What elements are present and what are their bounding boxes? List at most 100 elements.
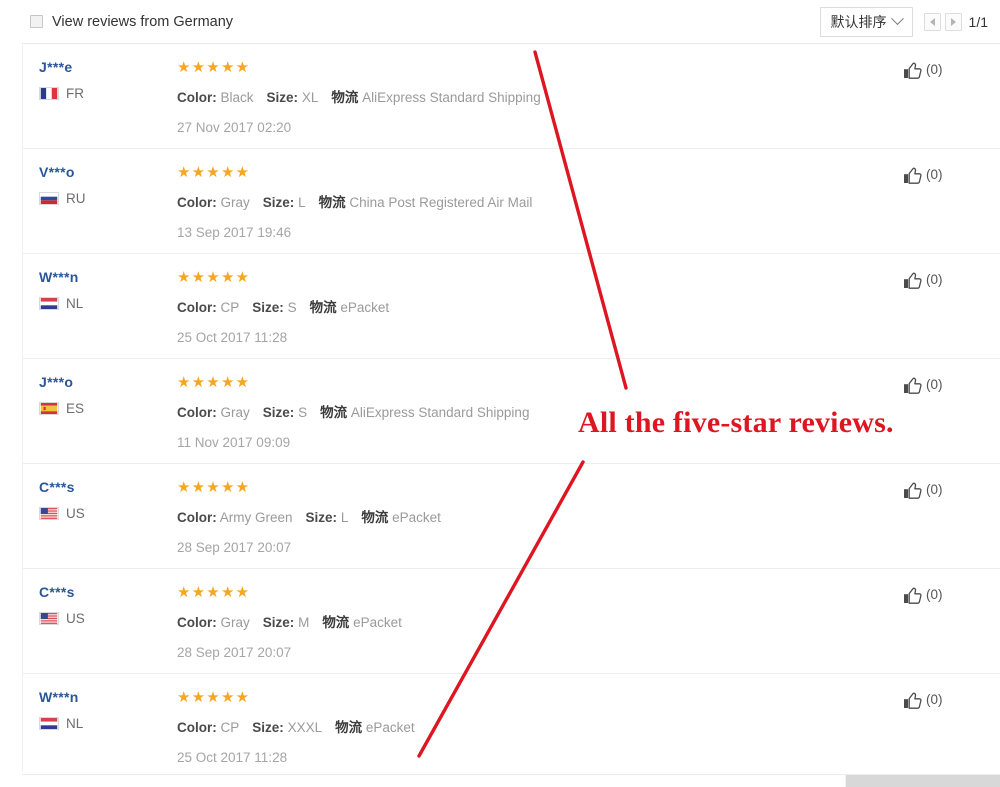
reviewer-name[interactable]: V***o <box>39 163 177 181</box>
review-user-column: C***s US <box>39 583 177 673</box>
toolbar-right: 默认排序 1/1 <box>819 6 1000 37</box>
reviewer-name[interactable]: W***n <box>39 268 177 286</box>
star-rating: ★★★★★ <box>177 269 251 286</box>
triangle-left-icon <box>929 17 935 26</box>
reviewer-country: FR <box>39 86 177 101</box>
country-filter-label: View reviews from Germany <box>52 13 234 30</box>
review-like-column[interactable]: (0) <box>902 688 988 778</box>
logistics-value: ePacket <box>340 300 390 315</box>
like-count: (0) <box>926 587 943 602</box>
logistics-label: 物流 <box>320 405 348 421</box>
thumbs-up-icon <box>904 62 922 79</box>
size-label: Size: <box>305 510 338 525</box>
size-label: Size: <box>262 615 295 630</box>
thumbs-up-icon <box>904 692 922 709</box>
star-rating: ★★★★★ <box>177 59 251 76</box>
review-date: 25 Oct 2017 11:28 <box>177 750 288 765</box>
reviewer-name[interactable]: C***s <box>39 478 177 496</box>
sort-dropdown-label: 默认排序 <box>830 13 887 30</box>
color-label: Color: <box>177 510 217 525</box>
size-value: S <box>287 300 297 315</box>
reviewer-name[interactable]: W***n <box>39 688 177 706</box>
russia-flag-icon <box>39 192 59 205</box>
size-value: L <box>340 510 349 525</box>
scrollbar-thumb[interactable] <box>845 775 1000 787</box>
review-date: 28 Sep 2017 20:07 <box>177 540 292 555</box>
review-body-column: ★★★★★ Color: CP Size: S 物流 ePacket 25 Oct 20… <box>177 268 902 358</box>
review-date: 25 Oct 2017 11:28 <box>177 330 288 345</box>
like-count: (0) <box>926 167 943 182</box>
logistics-label: 物流 <box>335 720 363 736</box>
prev-page-button[interactable] <box>923 12 941 31</box>
chevron-down-icon <box>890 12 904 26</box>
color-label: Color: <box>177 615 217 630</box>
thumbs-up-icon <box>904 377 922 394</box>
review-like-column[interactable]: (0) <box>902 58 988 148</box>
size-label: Size: <box>252 720 284 735</box>
reviewer-country: NL <box>39 716 177 731</box>
review-user-column: V***o RU <box>39 163 177 253</box>
review-date: 28 Sep 2017 20:07 <box>177 645 292 660</box>
spain-flag-icon <box>39 402 59 415</box>
review-date: 27 Nov 2017 02:20 <box>177 120 292 135</box>
country-code: US <box>66 506 85 521</box>
netherlands-flag-icon <box>39 717 59 730</box>
size-value: L <box>298 195 306 210</box>
view-reviews-from-germany-checkbox[interactable] <box>30 15 43 28</box>
reviewer-name[interactable]: J***e <box>39 58 177 76</box>
logistics-label: 物流 <box>318 195 346 211</box>
thumbs-up-icon <box>904 272 922 289</box>
country-code: RU <box>66 191 86 206</box>
color-value: CP <box>220 720 240 735</box>
like-count: (0) <box>926 692 943 707</box>
color-value: CP <box>220 300 240 315</box>
color-label: Color: <box>177 720 217 735</box>
color-label: Color: <box>177 195 217 210</box>
reviews-toolbar: View reviews from Germany 默认排序 1/1 <box>22 0 1000 44</box>
review-date: 13 Sep 2017 19:46 <box>177 225 292 240</box>
review-user-column: C***s US <box>39 478 177 568</box>
review-like-column[interactable]: (0) <box>902 163 988 253</box>
country-filter[interactable]: View reviews from Germany <box>22 14 233 30</box>
review-user-column: W***n NL <box>39 268 177 358</box>
logistics-value: AliExpress Standard Shipping <box>362 90 541 105</box>
star-rating: ★★★★★ <box>177 689 251 706</box>
review-row: C***s US ★★★★★ Color: Gray Size: M 物流 ePacket… <box>23 569 1000 674</box>
review-like-column[interactable]: (0) <box>902 478 988 568</box>
logistics-label: 物流 <box>331 90 359 106</box>
country-code: FR <box>66 86 84 101</box>
like-count: (0) <box>926 482 943 497</box>
review-like-column[interactable]: (0) <box>902 373 988 463</box>
review-attributes: Color: Black Size: XL 物流 AliExpress Standa… <box>177 89 902 107</box>
reviews-page: View reviews from Germany 默认排序 1/1 J***e… <box>0 0 1000 787</box>
review-row: C***s US ★★★★★ Color: Army Green Size: L 物流 e… <box>23 464 1000 569</box>
reviewer-name[interactable]: C***s <box>39 583 177 601</box>
review-attributes: Color: Gray Size: L 物流 China Post Register… <box>177 194 902 212</box>
review-like-column[interactable]: (0) <box>902 583 988 673</box>
logistics-label: 物流 <box>309 300 337 316</box>
color-value: Gray <box>220 405 250 420</box>
size-label: Size: <box>252 300 284 315</box>
color-value: Black <box>220 90 254 105</box>
color-value: Gray <box>220 615 250 630</box>
page-indicator: 1/1 <box>968 13 988 30</box>
review-like-column[interactable]: (0) <box>902 268 988 358</box>
logistics-value: China Post Registered Air Mail <box>349 195 533 210</box>
size-value: XL <box>301 90 319 105</box>
review-attributes: Color: Army Green Size: L 物流 ePacket <box>177 509 902 527</box>
france-flag-icon <box>39 87 59 100</box>
usa-flag-icon <box>39 507 59 520</box>
netherlands-flag-icon <box>39 297 59 310</box>
sort-dropdown[interactable]: 默认排序 <box>819 6 913 37</box>
reviewer-name[interactable]: J***o <box>39 373 177 391</box>
star-rating: ★★★★★ <box>177 374 251 391</box>
color-label: Color: <box>177 405 217 420</box>
color-value: Gray <box>220 195 250 210</box>
reviewer-country: NL <box>39 296 177 311</box>
review-attributes: Color: CP Size: S 物流 ePacket <box>177 299 902 317</box>
like-count: (0) <box>926 272 943 287</box>
reviewer-country: US <box>39 611 177 626</box>
next-page-button[interactable] <box>944 12 962 31</box>
color-label: Color: <box>177 300 217 315</box>
horizontal-scrollbar[interactable] <box>0 771 1000 787</box>
